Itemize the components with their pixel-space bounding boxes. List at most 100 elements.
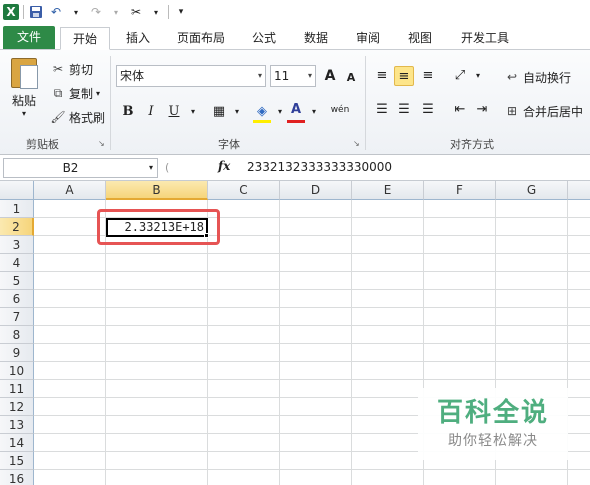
row-header-4[interactable]: 4 [0,254,34,272]
italic-button[interactable]: I [141,102,161,122]
align-middle-icon[interactable]: ≡ [394,66,414,86]
redo-dropdown-icon[interactable]: ▾ [108,4,124,20]
fill-color-icon[interactable]: ◈ [252,102,272,122]
row-header-14[interactable]: 14 [0,434,34,452]
tab-review[interactable]: 审阅 [348,27,388,50]
column-header-f[interactable]: F [424,181,496,200]
redo-icon[interactable]: ↷ [88,4,104,20]
gridline [34,307,590,308]
grow-font-button[interactable]: A [320,66,340,86]
ribbon: 粘贴 ▾ ✂ 剪切 ⧉ 复制 ▾ 🖌 格式刷 剪贴板 ↘ 宋体 ▾ 11 ▾ A… [0,50,590,155]
column-header-d[interactable]: D [280,181,352,200]
tab-insert[interactable]: 插入 [118,27,158,50]
tab-formulas[interactable]: 公式 [244,27,284,50]
merge-center-label: 合并后居中 [523,104,584,119]
row-header-3[interactable]: 3 [0,236,34,254]
copy-button[interactable]: ⧉ 复制 ▾ [50,83,100,103]
merge-center-button[interactable]: ⊞ 合并后居中 [504,101,583,121]
font-name-select[interactable]: 宋体 ▾ [116,65,266,87]
chevron-down-icon[interactable]: ▾ [183,102,203,122]
row-header-15[interactable]: 15 [0,452,34,470]
format-painter-label: 格式刷 [69,110,106,125]
orientation-icon[interactable]: ⤢ [450,66,470,86]
save-icon[interactable] [28,4,44,20]
row-header-9[interactable]: 9 [0,344,34,362]
font-color-button[interactable]: A [286,100,306,120]
font-color-swatch [287,120,305,123]
column-header-e[interactable]: E [352,181,424,200]
divider [23,5,24,19]
chevron-down-icon: ▾ [96,88,101,98]
shrink-font-button[interactable]: A [341,68,361,88]
gridline [34,325,590,326]
bold-button[interactable]: B [118,102,138,122]
cut-button[interactable]: ✂ 剪切 [50,59,93,79]
increase-indent-icon[interactable]: ⇥ [472,100,492,120]
wrap-text-button[interactable]: ↩ 自动换行 [504,67,571,87]
chevron-down-icon[interactable]: ▾ [227,102,247,122]
brush-icon: 🖌 [50,110,66,124]
align-top-icon[interactable]: ≡ [372,66,392,86]
formula-bar-handle[interactable]: ( [165,161,169,174]
divider [168,5,169,19]
dialog-launcher-icon[interactable]: ↘ [98,139,105,148]
excel-logo-icon: X [3,4,19,20]
cut-label: 剪切 [69,62,94,77]
underline-button[interactable]: U [164,102,184,122]
grow-font-label: A [324,68,336,84]
customize-qat-icon[interactable]: ▾ [173,4,189,20]
name-box[interactable]: B2 ▾ [3,158,158,178]
tab-file[interactable]: 文件 [3,26,55,49]
row-header-13[interactable]: 13 [0,416,34,434]
tools-dropdown-icon[interactable]: ▾ [148,4,164,20]
align-right-icon[interactable]: ☰ [418,100,438,120]
align-left-icon[interactable]: ☰ [372,100,392,120]
undo-dropdown-icon[interactable]: ▾ [68,4,84,20]
wrap-text-label: 自动换行 [523,70,572,85]
row-header-2[interactable]: 2 [0,218,34,236]
formula-input[interactable]: 2332132333333330000 [247,160,392,174]
tab-page-layout[interactable]: 页面布局 [170,27,232,50]
row-header-10[interactable]: 10 [0,362,34,380]
gridline [34,253,590,254]
column-header-a[interactable]: A [34,181,106,200]
row-header-11[interactable]: 11 [0,380,34,398]
row-header-12[interactable]: 12 [0,398,34,416]
tab-developer[interactable]: 开发工具 [452,27,518,50]
align-bottom-icon[interactable]: ≡ [418,66,438,86]
decrease-indent-icon[interactable]: ⇤ [450,100,470,120]
borders-icon[interactable]: ▦ [209,102,229,122]
tab-data[interactable]: 数据 [296,27,336,50]
align-center-icon[interactable]: ☰ [394,100,414,120]
chevron-down-icon: ▾ [257,71,262,80]
gridline [34,469,590,470]
chevron-down-icon: ▾ [307,71,312,80]
tab-home[interactable]: 开始 [60,27,110,50]
chevron-down-icon[interactable]: ▾ [468,66,488,86]
dialog-launcher-icon[interactable]: ↘ [353,139,360,148]
insert-function-button[interactable]: fx [218,159,230,173]
column-header-g[interactable]: G [496,181,568,200]
row-header-16[interactable]: 16 [0,470,34,485]
row-header-8[interactable]: 8 [0,326,34,344]
tools-icon[interactable]: ✂ [128,4,144,20]
column-header-b[interactable]: B [106,181,208,200]
row-header-6[interactable]: 6 [0,290,34,308]
undo-icon[interactable]: ↶ [48,4,64,20]
font-size-value: 11 [274,69,290,83]
clipboard-group-label: 剪贴板 [26,138,59,151]
wrap-text-icon: ↩ [506,70,518,84]
column-header-c[interactable]: C [208,181,280,200]
tab-view[interactable]: 视图 [400,27,440,50]
chevron-down-icon[interactable]: ▾ [304,102,324,122]
phonetic-guide-button[interactable]: wén [328,100,352,120]
worksheet-grid[interactable]: A B C D E F G 1 2 3 4 5 6 7 8 9 10 11 12… [0,181,590,485]
select-all-button[interactable] [0,181,34,200]
format-painter-button[interactable]: 🖌 格式刷 [50,107,105,127]
row-header-7[interactable]: 7 [0,308,34,326]
row-header-1[interactable]: 1 [0,200,34,218]
paste-button[interactable]: 粘贴 ▾ [6,56,42,131]
row-header-5[interactable]: 5 [0,272,34,290]
divider [110,56,111,150]
font-size-select[interactable]: 11 ▾ [270,65,316,87]
